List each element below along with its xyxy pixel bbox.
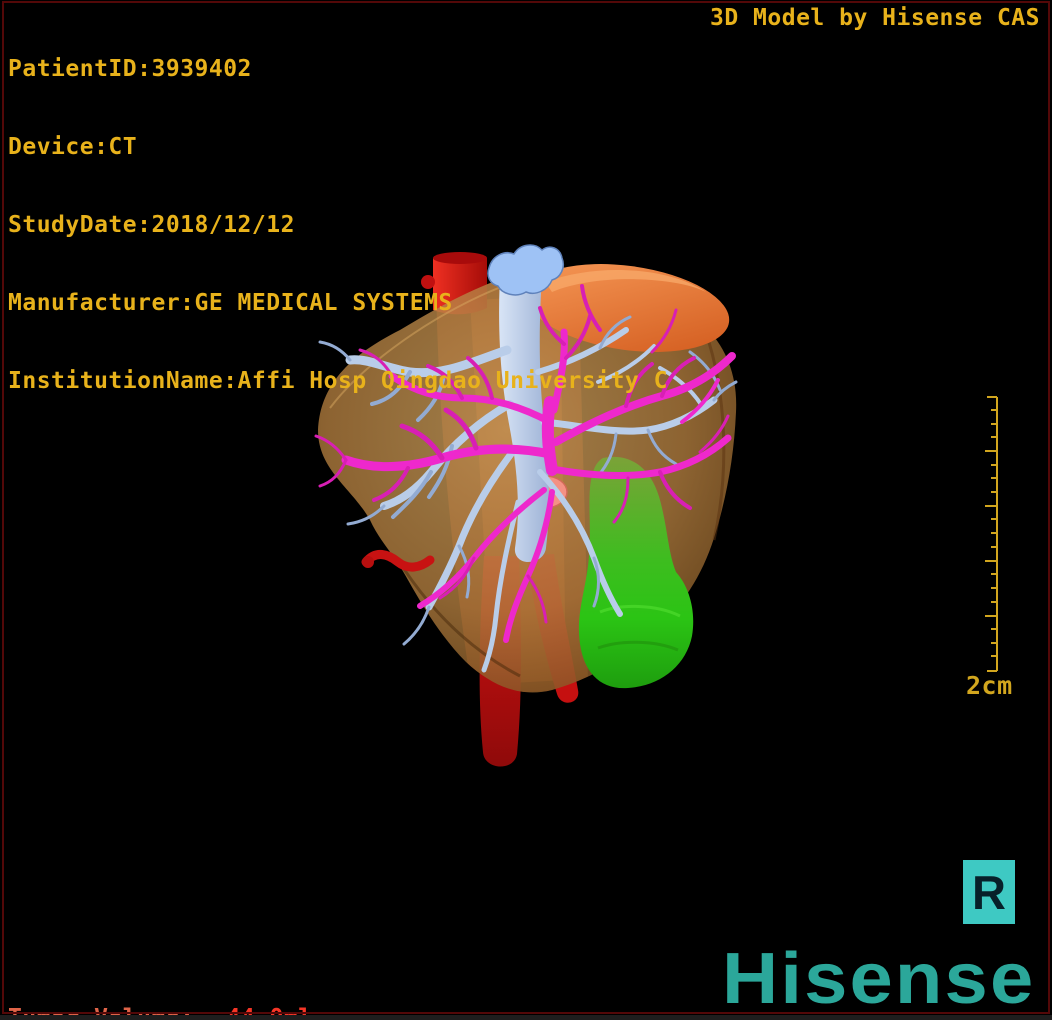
manufacturer-line: Manufacturer:GE MEDICAL SYSTEMS — [8, 290, 453, 316]
orientation-marker-right: R — [963, 860, 1015, 924]
study-date-line: StudyDate:2018/12/12 — [8, 212, 295, 238]
institution-line: InstitutionName:Affi Hosp Qingdao Univer… — [8, 368, 668, 394]
watermark-text: 3D Model by Hisense CAS — [710, 5, 1040, 31]
patient-info-block: PatientID:3939402 Device:CT StudyDate:20… — [8, 4, 668, 446]
patient-id-line: PatientID:3939402 — [8, 56, 252, 82]
device-line: Device:CT — [8, 134, 138, 160]
volume-measurements: Tumor Volume:44.0ml Liver Volume:1338.4m… — [8, 951, 313, 1020]
bottom-edge-strip — [0, 1015, 1052, 1020]
scale-ruler — [985, 396, 998, 672]
scale-label: 2cm — [966, 671, 1013, 700]
viewer-window: PatientID:3939402 Device:CT StudyDate:20… — [0, 0, 1052, 1020]
hisense-logo: Hisense — [722, 939, 1036, 1019]
orientation-letter: R — [972, 865, 1006, 919]
